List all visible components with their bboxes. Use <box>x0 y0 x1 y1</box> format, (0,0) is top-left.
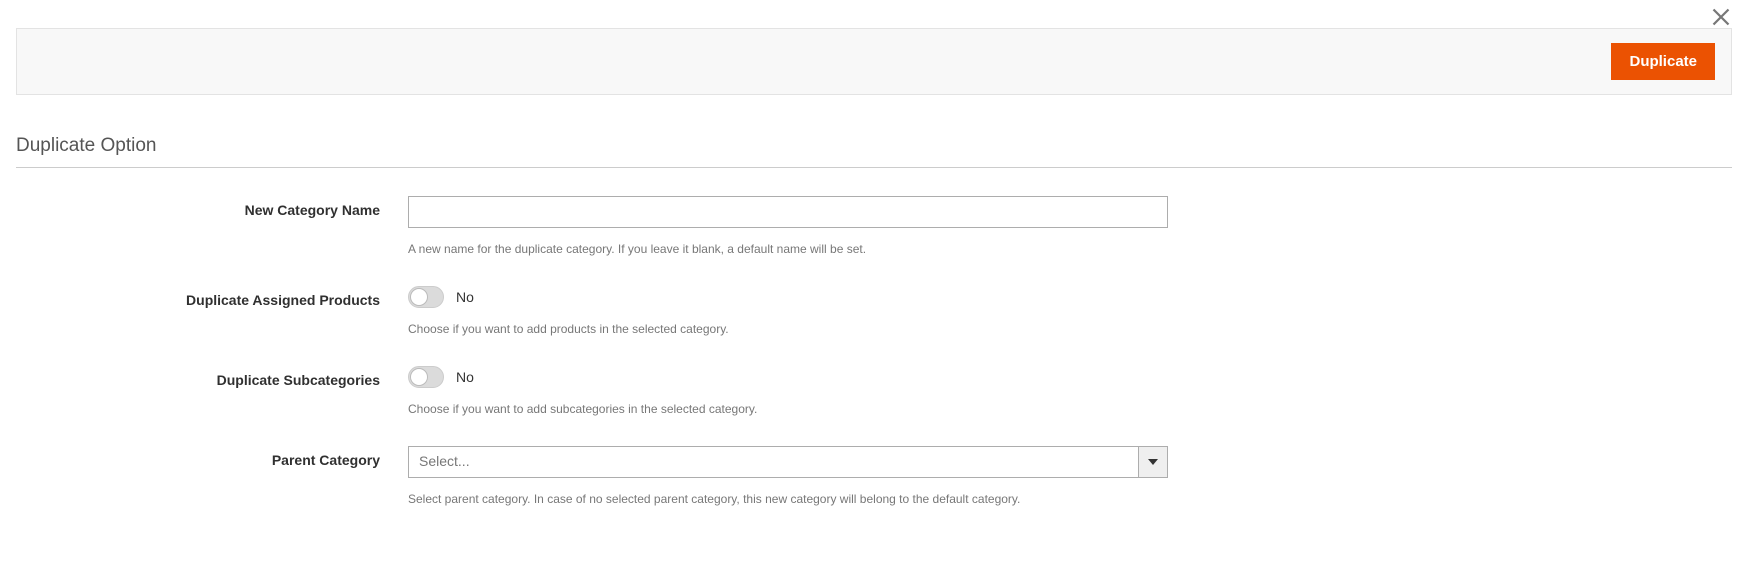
label-duplicate-assigned-products: Duplicate Assigned Products <box>16 286 408 308</box>
row-duplicate-assigned-products: Duplicate Assigned Products No Choose if… <box>16 286 1732 336</box>
toggle-duplicate-assigned-products[interactable] <box>408 286 444 308</box>
label-new-category-name: New Category Name <box>16 196 408 218</box>
toggle-knob-icon <box>410 288 428 306</box>
select-parent-category[interactable]: Select... <box>408 446 1168 478</box>
header-bar: Duplicate <box>16 28 1732 95</box>
row-duplicate-subcategories: Duplicate Subcategories No Choose if you… <box>16 366 1732 416</box>
close-icon[interactable] <box>1711 7 1731 27</box>
select-parent-category-display[interactable]: Select... <box>408 446 1138 478</box>
label-parent-category: Parent Category <box>16 446 408 468</box>
hint-new-category-name: A new name for the duplicate category. I… <box>408 242 1168 256</box>
toggle-knob-icon <box>410 368 428 386</box>
section-title: Duplicate Option <box>16 135 1732 157</box>
toggle-value-duplicate-subcategories: No <box>456 369 474 385</box>
title-divider <box>16 167 1732 168</box>
row-new-category-name: New Category Name A new name for the dup… <box>16 196 1732 256</box>
hint-parent-category: Select parent category. In case of no se… <box>408 492 1168 506</box>
hint-duplicate-subcategories: Choose if you want to add subcategories … <box>408 402 1168 416</box>
toggle-value-duplicate-assigned-products: No <box>456 289 474 305</box>
hint-duplicate-assigned-products: Choose if you want to add products in th… <box>408 322 1168 336</box>
input-new-category-name[interactable] <box>408 196 1168 228</box>
toggle-duplicate-subcategories[interactable] <box>408 366 444 388</box>
chevron-down-icon[interactable] <box>1138 446 1168 478</box>
label-duplicate-subcategories: Duplicate Subcategories <box>16 366 408 388</box>
duplicate-button[interactable]: Duplicate <box>1611 43 1715 80</box>
form-area: New Category Name A new name for the dup… <box>16 196 1732 506</box>
row-parent-category: Parent Category Select... Select parent … <box>16 446 1732 506</box>
